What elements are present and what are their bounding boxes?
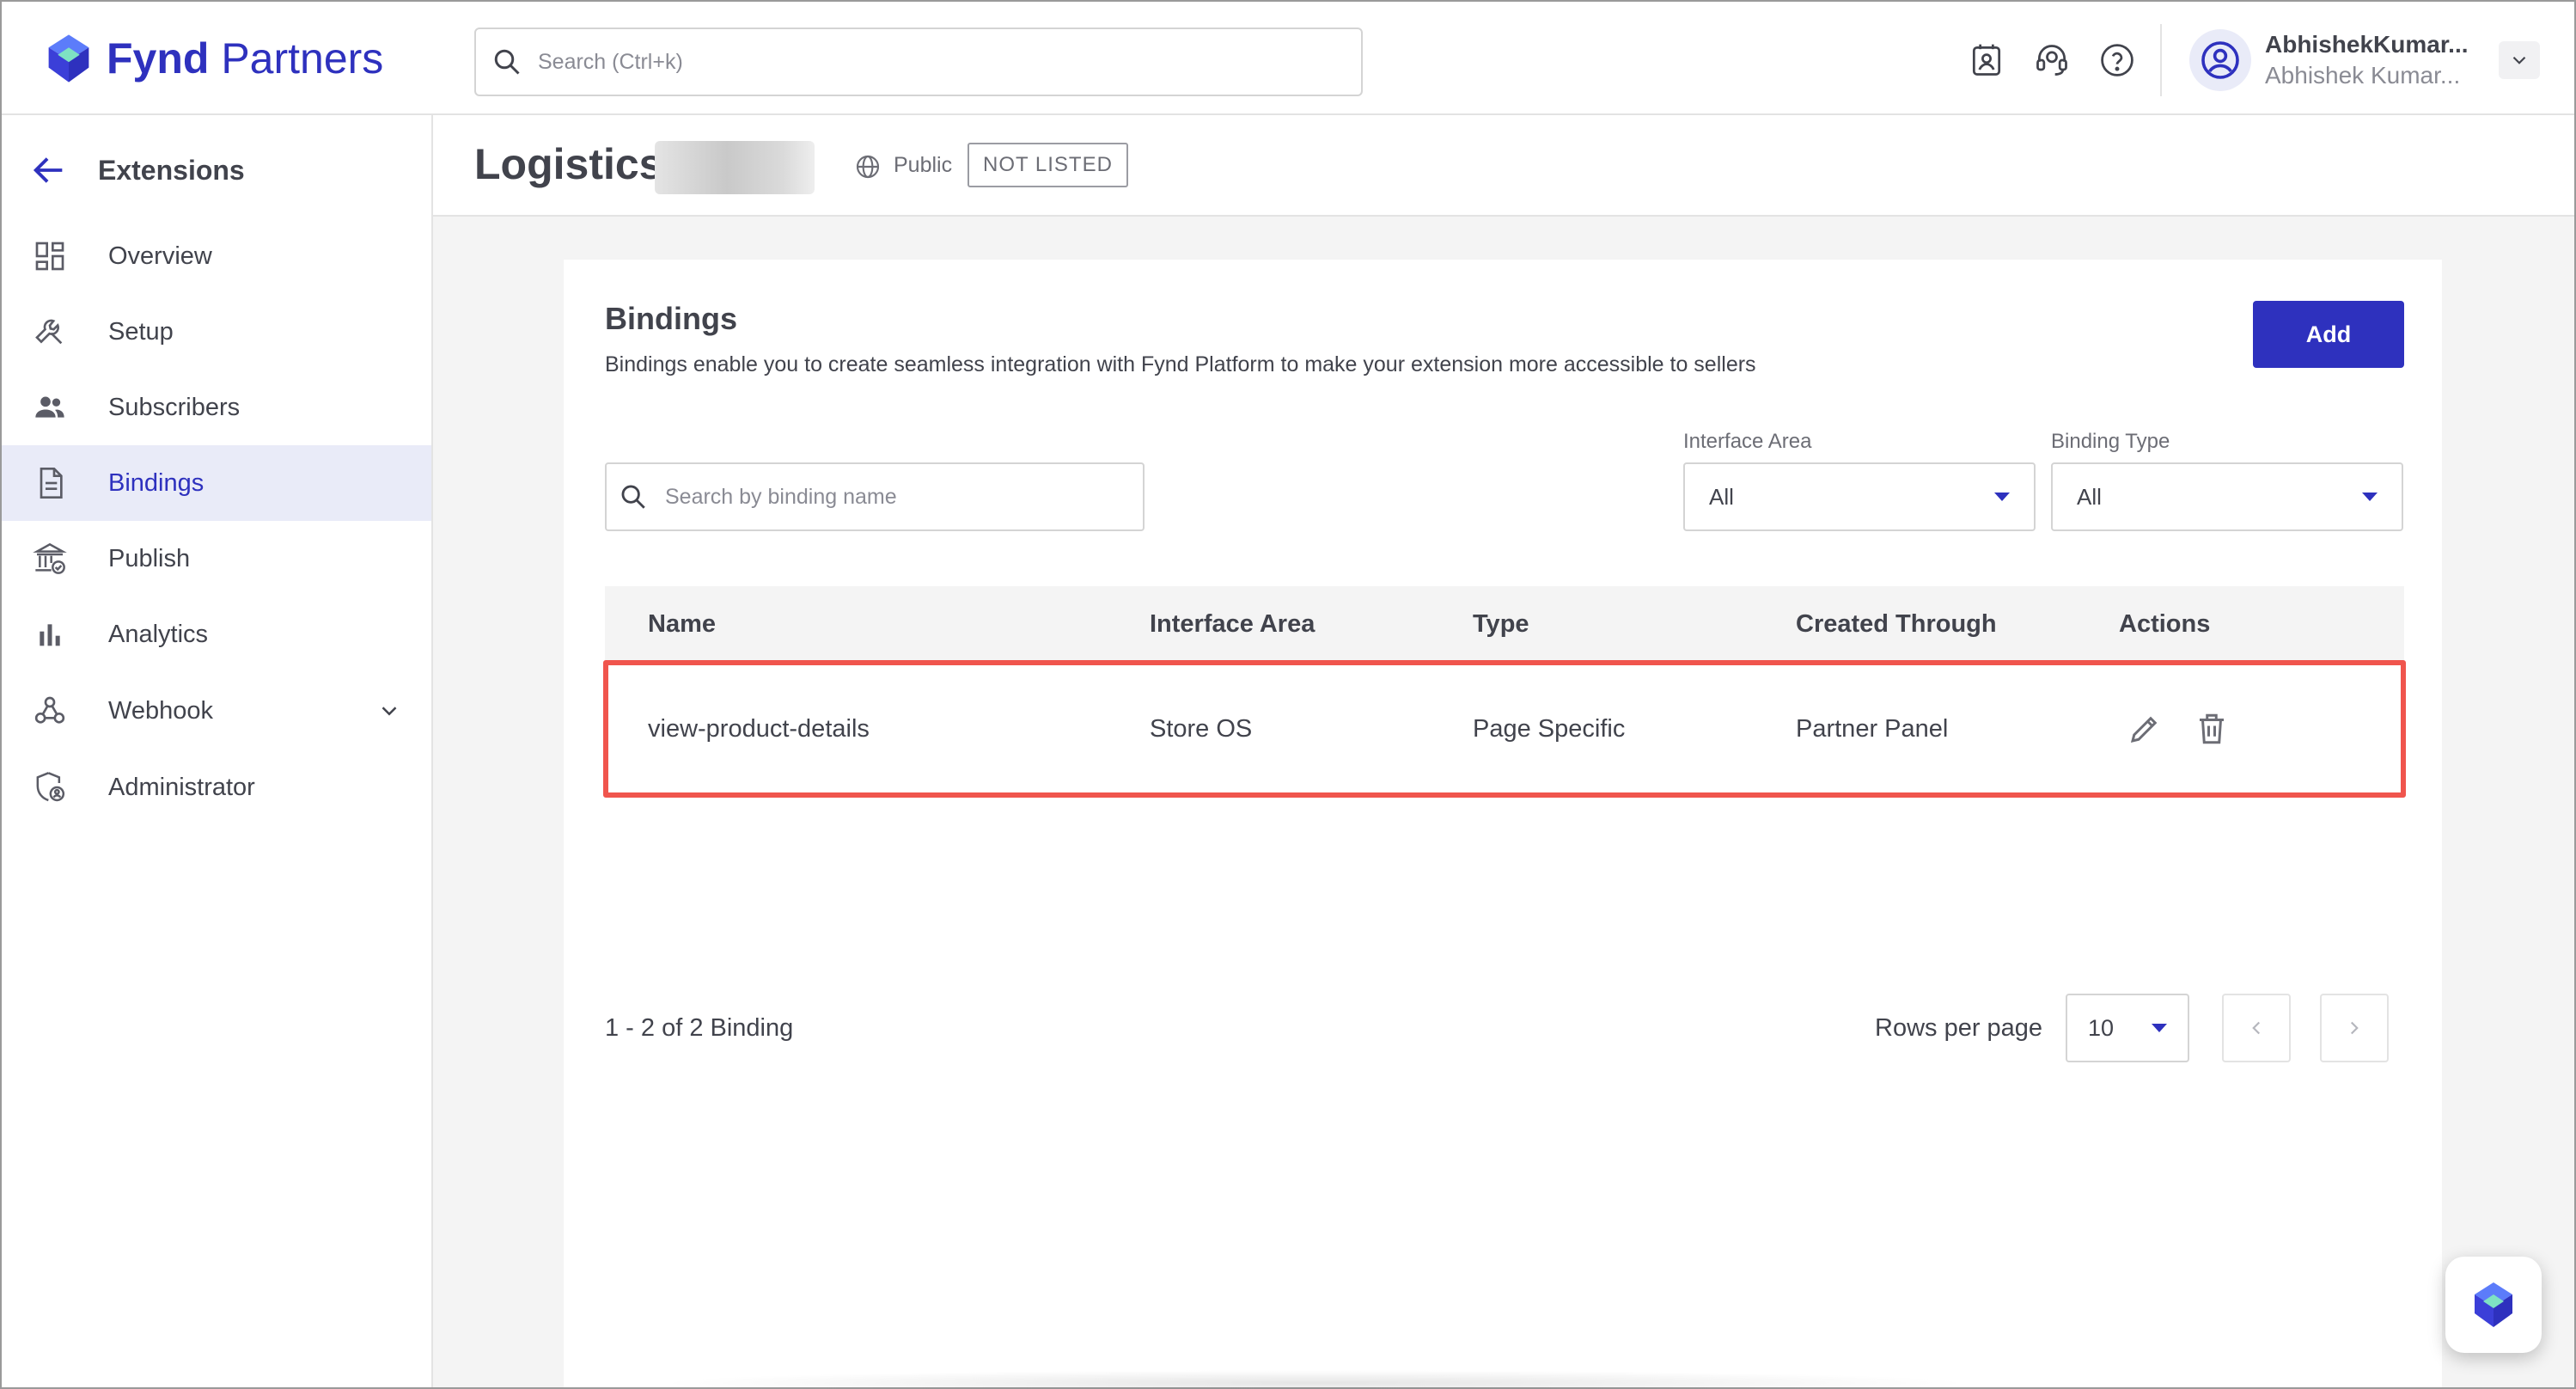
sidebar-item-setup[interactable]: Setup <box>2 294 431 370</box>
column-header-name[interactable]: Name <box>648 610 716 639</box>
column-header-interface-area[interactable]: Interface Area <box>1150 610 1315 639</box>
column-header-created-through[interactable]: Created Through <box>1796 610 1997 639</box>
sidebar-item-label: Administrator <box>108 773 255 801</box>
users-icon <box>31 389 69 426</box>
wrench-icon <box>31 313 69 351</box>
section-title: Bindings <box>605 301 737 336</box>
bottom-shadow <box>653 1370 1976 1389</box>
sidebar-item-label: Overview <box>108 242 212 270</box>
avatar[interactable] <box>2189 29 2251 91</box>
add-binding-button[interactable]: Add <box>2253 301 2404 368</box>
top-bar: Fynd Partners AbhishekKumar... Abhishek … <box>2 2 2574 115</box>
trash-icon <box>2200 713 2224 744</box>
sidebar-title: Extensions <box>98 154 245 186</box>
binding-name-cell: view-product-details <box>648 715 870 743</box>
binding-search-box[interactable] <box>605 462 1145 531</box>
search-icon <box>494 49 520 75</box>
delete-binding-button[interactable] <box>2191 708 2232 750</box>
rows-per-page-select[interactable]: 10 <box>2066 994 2189 1062</box>
bank-check-icon <box>31 540 69 578</box>
support-button[interactable] <box>2031 40 2072 81</box>
global-search-box[interactable] <box>474 28 1363 96</box>
chevron-down-icon <box>2512 56 2526 64</box>
caret-down-icon <box>2152 1024 2167 1032</box>
next-page-button[interactable] <box>2320 994 2389 1062</box>
sidebar-item-label: Webhook <box>108 696 213 725</box>
sidebar-header: Extensions <box>2 139 431 201</box>
chevron-left-icon <box>2252 1021 2261 1035</box>
created-through-cell: Partner Panel <box>1796 715 1949 743</box>
dashboard-icon <box>31 237 69 275</box>
global-search-input[interactable] <box>538 49 1311 75</box>
visibility-label: Public <box>894 153 953 177</box>
sidebar-item-subscribers[interactable]: Subscribers <box>2 370 431 445</box>
sidebar-item-bindings[interactable]: Bindings <box>2 445 431 521</box>
chevron-right-icon <box>2350 1021 2359 1035</box>
back-arrow-icon[interactable] <box>29 150 69 190</box>
sidebar-item-publish[interactable]: Publish <box>2 521 431 597</box>
user-menu-toggle[interactable] <box>2499 41 2540 79</box>
contact-card-icon <box>1972 44 2001 76</box>
sidebar-item-label: Publish <box>108 544 191 572</box>
sidebar-item-label: Bindings <box>108 468 204 497</box>
brand-logo[interactable]: Fynd Partners <box>40 26 383 91</box>
status-badge: NOT LISTED <box>968 143 1128 187</box>
chat-widget-button[interactable] <box>2445 1257 2542 1353</box>
table-row[interactable]: view-product-details Store OS Page Speci… <box>605 664 2404 794</box>
sidebar-item-overview[interactable]: Overview <box>2 218 431 294</box>
table-header: Name Interface Area Type Created Through… <box>605 586 2404 664</box>
caret-down-icon <box>2362 493 2378 501</box>
sidebar-item-label: Analytics <box>108 620 209 648</box>
selected-value: All <box>2077 483 2102 510</box>
topbar-divider <box>2160 24 2162 96</box>
search-icon <box>621 485 645 509</box>
bindings-card: Bindings Bindings enable you to create s… <box>564 260 2442 1387</box>
chevron-down-icon[interactable] <box>376 698 402 724</box>
binding-search-input[interactable] <box>665 484 1129 510</box>
interface-area-label: Interface Area <box>1683 430 1812 453</box>
help-icon <box>2101 44 2133 76</box>
bar-chart-icon <box>31 615 69 653</box>
globe-icon <box>856 155 880 179</box>
section-description: Bindings enable you to create seamless i… <box>605 352 1756 376</box>
binding-type-select[interactable]: All <box>2051 462 2403 531</box>
column-header-type[interactable]: Type <box>1473 610 1529 639</box>
sidebar-item-administrator[interactable]: Administrator <box>2 750 431 825</box>
sidebar-item-analytics[interactable]: Analytics <box>2 597 431 672</box>
contact-card-button[interactable] <box>1966 40 2007 81</box>
type-cell: Page Specific <box>1473 715 1626 743</box>
selected-value: All <box>1709 483 1734 510</box>
selected-value: 10 <box>2088 1014 2115 1041</box>
help-button[interactable] <box>2097 40 2138 81</box>
pencil-icon <box>2130 716 2158 743</box>
binding-type-label: Binding Type <box>2051 430 2170 453</box>
fynd-logo-icon <box>2475 1282 2512 1327</box>
redacted-title-suffix <box>655 141 815 194</box>
user-name: AbhishekKumar... <box>2265 31 2469 58</box>
sidebar-item-label: Subscribers <box>108 393 241 421</box>
rows-per-page-label: Rows per page <box>1875 1014 2043 1042</box>
admin-shield-icon <box>31 768 69 806</box>
user-circle-icon <box>2201 41 2239 79</box>
sidebar-item-label: Setup <box>108 317 174 346</box>
sidebar: Extensions Overview Setup Subscribers Bi… <box>2 115 433 1387</box>
pagination-summary: 1 - 2 of 2 Binding <box>605 1014 794 1042</box>
edit-binding-button[interactable] <box>2124 708 2165 750</box>
webhook-icon <box>31 692 69 730</box>
interface-area-cell: Store OS <box>1150 715 1253 743</box>
extension-header: Logistics Public NOT LISTED <box>433 115 2574 217</box>
previous-page-button[interactable] <box>2222 994 2291 1062</box>
user-subtitle: Abhishek Kumar... <box>2265 62 2461 89</box>
page-title: Logistics <box>474 140 663 188</box>
support-headset-icon <box>2036 45 2067 76</box>
caret-down-icon <box>1994 493 2010 501</box>
column-header-actions: Actions <box>2119 610 2211 638</box>
fynd-logo-icon <box>48 34 89 83</box>
interface-area-select[interactable]: All <box>1683 462 2036 531</box>
sidebar-item-webhook[interactable]: Webhook <box>2 673 431 749</box>
document-icon <box>31 464 69 502</box>
brand-name: Fynd Partners <box>107 34 384 83</box>
